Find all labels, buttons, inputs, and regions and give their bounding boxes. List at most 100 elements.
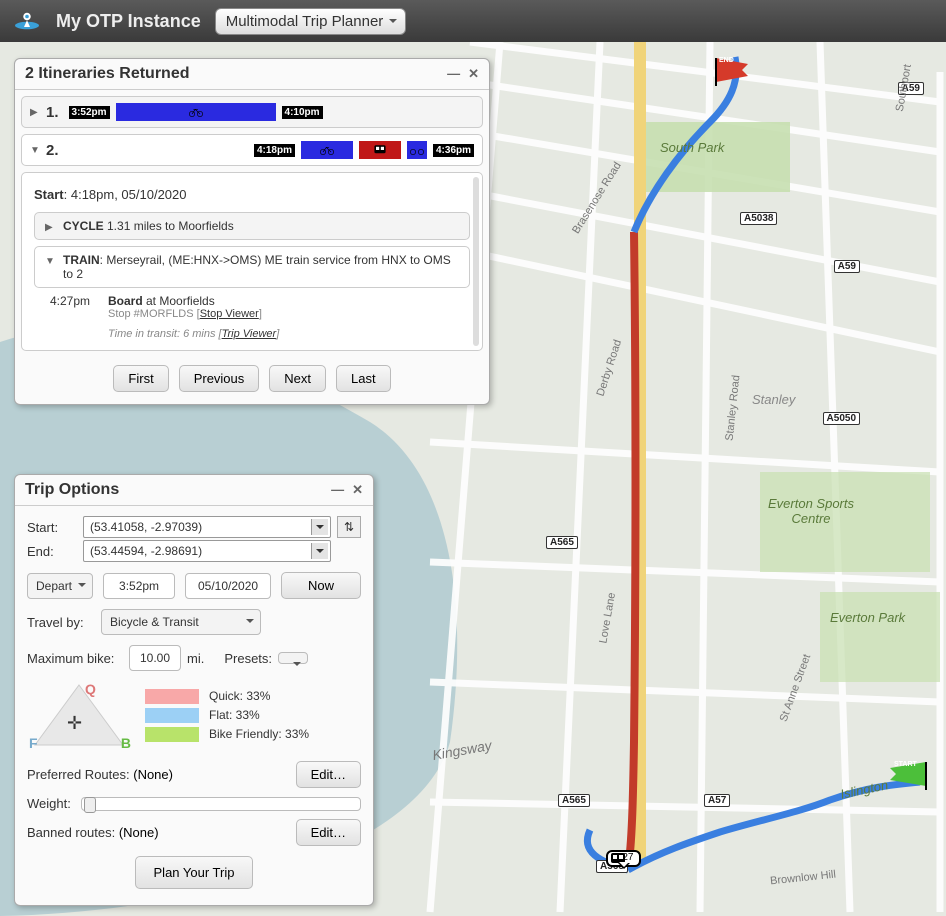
- max-bike-label: Maximum bike:: [27, 651, 123, 666]
- presets-select[interactable]: [278, 652, 308, 664]
- trip-options-header: Trip Options — ✕: [15, 475, 373, 506]
- expand-icon: ▶: [30, 107, 40, 118]
- edit-preferred-button[interactable]: Edit…: [296, 761, 361, 788]
- itineraries-panel: 2 Itineraries Returned — ✕ ▶ 1. 3:52pm 4…: [14, 58, 490, 405]
- end-input[interactable]: (53.44594, -2.98691): [83, 540, 331, 562]
- banned-value: (None): [119, 825, 159, 840]
- triangle-control[interactable]: Q F B ✛: [27, 679, 131, 751]
- now-button[interactable]: Now: [281, 572, 361, 599]
- weight-label: Weight:: [27, 796, 71, 811]
- start-flag-text: START: [894, 761, 917, 768]
- itineraries-title: 2 Itineraries Returned: [25, 65, 190, 83]
- trip-viewer-link[interactable]: Trip Viewer: [222, 328, 277, 340]
- road-a57: A57: [704, 794, 730, 807]
- next-button[interactable]: Next: [269, 365, 326, 392]
- train-leg-icon: [359, 141, 401, 159]
- first-button[interactable]: First: [113, 365, 168, 392]
- date-input[interactable]: 05/10/2020: [185, 573, 271, 599]
- collapse-icon: ▼: [45, 256, 55, 267]
- itinerary-2[interactable]: ▼ 2. 4:18pm 4:36pm: [21, 134, 483, 166]
- road-a5050: A5050: [823, 412, 860, 425]
- presets-label: Presets:: [224, 651, 272, 666]
- collapse-icon: ▼: [30, 145, 40, 156]
- swap-button[interactable]: ⇅: [337, 516, 361, 538]
- expand-icon: ▶: [45, 222, 55, 233]
- everton-park-label: Everton Park: [830, 610, 905, 625]
- cycle-step[interactable]: ▶ CYCLE 1.31 miles to Moorfields: [34, 212, 470, 240]
- depart-select[interactable]: Depart: [27, 573, 93, 599]
- preferred-value: (None): [133, 767, 173, 782]
- minimize-icon[interactable]: —: [331, 482, 344, 498]
- itin-index: 1.: [46, 104, 59, 121]
- app-title: My OTP Instance: [56, 11, 201, 32]
- end-label: End:: [27, 544, 77, 559]
- friendly-swatch: [145, 727, 199, 742]
- bike-leg-icon: [407, 141, 427, 159]
- board-label: Board: [108, 294, 143, 308]
- transit-line: Time in transit: 6 mins [: [108, 328, 222, 340]
- triangle-widget: Q F B ✛ Quick: 33% Flat: 33% Bike Friend…: [27, 679, 361, 751]
- close-icon[interactable]: ✕: [468, 66, 479, 82]
- end-flag-text: END: [719, 57, 734, 64]
- itineraries-header: 2 Itineraries Returned — ✕: [15, 59, 489, 90]
- triangle-q: Q: [85, 681, 96, 697]
- quick-label: Quick: 33%: [209, 689, 270, 703]
- flat-swatch: [145, 708, 199, 723]
- triangle-f: F: [29, 735, 38, 751]
- edit-banned-button[interactable]: Edit…: [296, 819, 361, 846]
- slider-handle[interactable]: [84, 797, 96, 813]
- stop-viewer-link[interactable]: Stop Viewer: [200, 308, 259, 320]
- board-row: 4:27pm Board at Moorfields Stop #MORFLDS…: [34, 294, 470, 340]
- last-button[interactable]: Last: [336, 365, 391, 392]
- travel-by-label: Travel by:: [27, 615, 95, 630]
- train-step[interactable]: ▼ TRAIN: Merseyrail, (ME:HNX->OMS) ME tr…: [34, 246, 470, 288]
- train-icon: [608, 852, 628, 866]
- quick-swatch: [145, 689, 199, 704]
- road-a5038: A5038: [740, 212, 777, 225]
- scrollbar[interactable]: [473, 177, 479, 346]
- start-input[interactable]: (53.41058, -2.97039): [83, 516, 331, 538]
- road-a565b: A565: [558, 794, 590, 807]
- logo-icon: [12, 10, 42, 32]
- everton-sports-label: Everton Sports Centre: [768, 496, 854, 526]
- max-bike-input[interactable]: 10.00: [129, 645, 181, 671]
- road-a565a: A565: [546, 536, 578, 549]
- minimize-icon[interactable]: —: [447, 66, 460, 82]
- triangle-handle[interactable]: ✛: [67, 713, 82, 734]
- top-bar: My OTP Instance Multimodal Trip Planner: [0, 0, 946, 42]
- south-park-label: South Park: [660, 140, 724, 155]
- trip-options-title: Trip Options: [25, 481, 119, 499]
- itinerary-1[interactable]: ▶ 1. 3:52pm 4:10pm: [21, 96, 483, 128]
- station-marker[interactable]: 4:27: [606, 850, 641, 867]
- stop-line: Stop #MORFLDS [: [108, 308, 200, 320]
- weight-slider[interactable]: [81, 797, 361, 811]
- itin1-end: 4:10pm: [282, 106, 323, 119]
- mode-select[interactable]: Multimodal Trip Planner: [215, 8, 407, 35]
- start-line: Start: 4:18pm, 05/10/2020: [34, 183, 470, 206]
- itin-index: 2.: [46, 142, 59, 159]
- plan-trip-button[interactable]: Plan Your Trip: [135, 856, 254, 889]
- friendly-label: Bike Friendly: 33%: [209, 727, 309, 741]
- previous-button[interactable]: Previous: [179, 365, 260, 392]
- stanley-label: Stanley: [752, 392, 795, 407]
- banned-label: Banned routes:: [27, 825, 115, 840]
- flat-label: Flat: 33%: [209, 708, 260, 722]
- travel-by-select[interactable]: Bicycle & Transit: [101, 609, 261, 635]
- bike-leg-icon: [301, 141, 353, 159]
- preferred-label: Preferred Routes:: [27, 767, 130, 782]
- triangle-b: B: [121, 735, 131, 751]
- mi-label: mi.: [187, 651, 204, 666]
- road-a59b: A59: [834, 260, 860, 273]
- triangle-legend: Quick: 33% Flat: 33% Bike Friendly: 33%: [145, 685, 361, 746]
- close-icon[interactable]: ✕: [352, 482, 363, 498]
- trip-options-panel: Trip Options — ✕ Start: (53.41058, -2.97…: [14, 474, 374, 906]
- bike-leg-icon: [116, 103, 276, 121]
- board-text: at Moorfields: [143, 294, 215, 308]
- itin2-end: 4:36pm: [433, 144, 474, 157]
- itin2-start: 4:18pm: [254, 144, 295, 157]
- itin1-start: 3:52pm: [69, 106, 110, 119]
- start-label: Start:: [27, 520, 77, 535]
- itinerary-detail: Start: 4:18pm, 05/10/2020 ▶ CYCLE 1.31 m…: [21, 172, 483, 351]
- time-input[interactable]: 3:52pm: [103, 573, 175, 599]
- board-time: 4:27pm: [34, 294, 90, 340]
